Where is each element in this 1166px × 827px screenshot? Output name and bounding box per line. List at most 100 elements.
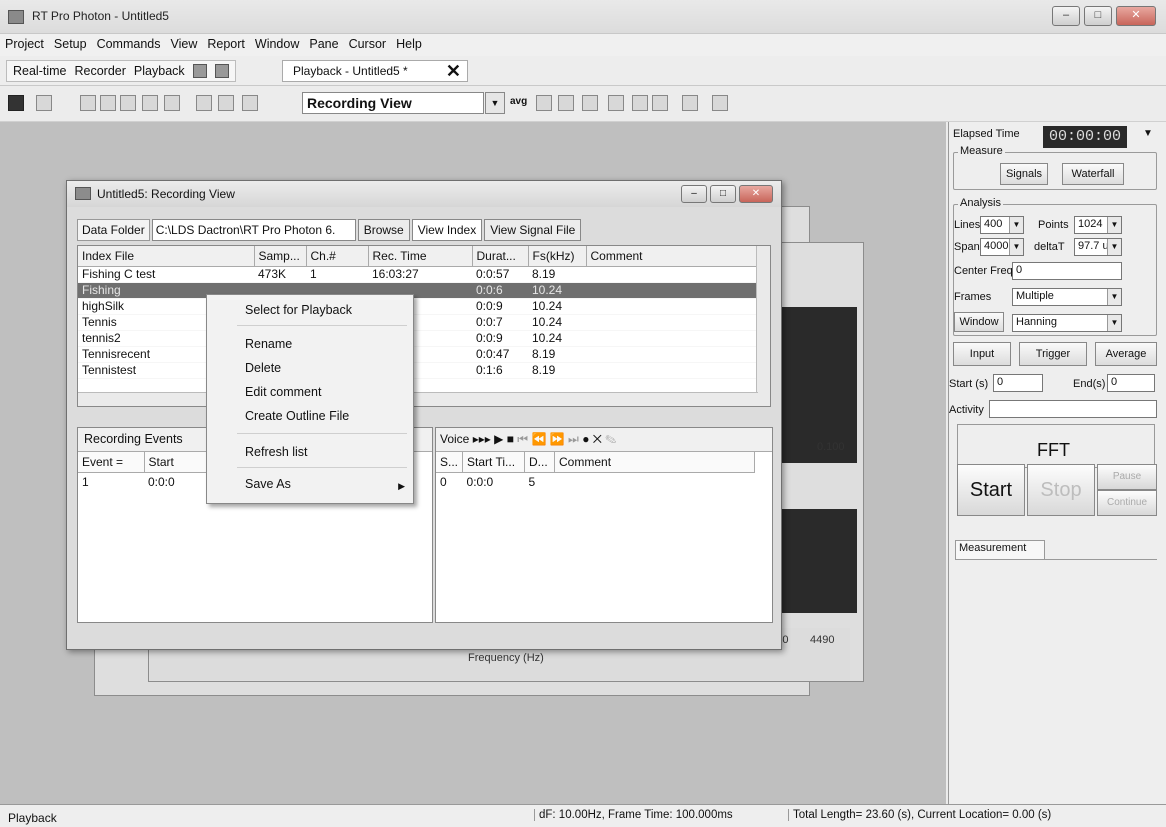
menu-setup[interactable]: Setup: [49, 34, 92, 51]
chevron-down-icon[interactable]: ▼: [1107, 217, 1121, 233]
menu-project[interactable]: Project: [0, 34, 49, 51]
table-row[interactable]: 0 0:0:0 5: [436, 472, 755, 491]
table-row[interactable]: Fishing C test 473K 1 16:03:27 0:0:57 8.19: [78, 266, 758, 283]
save-icon[interactable]: [8, 95, 24, 111]
table-row[interactable]: 1 0:0:0: [78, 472, 224, 491]
continue-button[interactable]: Continue: [1097, 490, 1157, 516]
cursor-icon[interactable]: [120, 95, 136, 111]
view-select[interactable]: Recording View ▼: [302, 92, 505, 114]
chevron-down-icon[interactable]: ▼: [1107, 289, 1121, 305]
grid-icon[interactable]: [80, 95, 96, 111]
waterfall-button[interactable]: Waterfall: [1062, 163, 1124, 185]
tab-average[interactable]: Average: [1095, 342, 1157, 366]
skip-forward-icon[interactable]: ⏭: [568, 432, 579, 446]
layout-icon[interactable]: [36, 95, 52, 111]
menu-view[interactable]: View: [166, 34, 203, 51]
autoscale-icon[interactable]: [196, 95, 212, 111]
play-icon[interactable]: ▶: [494, 432, 503, 446]
browse-button[interactable]: Browse: [357, 219, 410, 241]
help-icon[interactable]: [712, 95, 728, 111]
text-icon[interactable]: [142, 95, 158, 111]
menu-item-edit-comment[interactable]: Edit comment: [245, 385, 321, 399]
points-select[interactable]: 1024 ▼: [1074, 216, 1122, 234]
chart-icon[interactable]: [536, 95, 552, 111]
pause-button[interactable]: Pause: [1097, 464, 1157, 490]
record-icon[interactable]: ●: [582, 432, 589, 446]
edit-icon[interactable]: ✎: [605, 432, 616, 446]
close-button[interactable]: ✕: [1116, 6, 1156, 26]
mode-recorder[interactable]: Recorder: [75, 64, 126, 78]
start-button[interactable]: Start: [957, 464, 1025, 516]
zoom-icon[interactable]: [164, 95, 180, 111]
menu-item-refresh-list[interactable]: Refresh list: [245, 445, 308, 459]
speaker-icon[interactable]: [682, 95, 698, 111]
col-samples[interactable]: Samp...: [254, 246, 307, 267]
col-fs[interactable]: Fs(kHz): [528, 246, 587, 267]
table-row-selected[interactable]: Fishing 0:0:6 10.24: [78, 282, 758, 299]
avg-button[interactable]: avg: [510, 96, 527, 107]
chevron-down-icon[interactable]: ▼: [1009, 239, 1023, 255]
frames-select[interactable]: Multiple ▼: [1012, 288, 1122, 306]
skip-back-icon[interactable]: ⏮: [517, 432, 528, 446]
menu-help[interactable]: Help: [391, 34, 427, 51]
table-row[interactable]: Tennisrecent 0:0:47 8.19: [78, 346, 758, 363]
col-start-time[interactable]: Start Ti...: [462, 452, 526, 473]
col-seq[interactable]: S...: [436, 452, 464, 473]
measurement-tab[interactable]: Measurement: [955, 540, 1045, 560]
menu-item-save-as[interactable]: Save As: [245, 477, 291, 491]
lines-select[interactable]: 400 ▼: [980, 216, 1024, 234]
col-rec-time[interactable]: Rec. Time: [368, 246, 473, 267]
bookmark-icon[interactable]: [558, 95, 574, 111]
tab-trigger[interactable]: Trigger: [1019, 342, 1087, 366]
rv-maximize-button[interactable]: □: [710, 185, 736, 203]
data-folder-path[interactable]: C:\LDS Dactron\RT Pro Photon 6.: [151, 219, 356, 241]
rv-close-button[interactable]: ✕: [739, 185, 773, 203]
mode-realtime[interactable]: Real-time: [13, 64, 67, 78]
span-select[interactable]: 4000 ▼: [980, 238, 1024, 256]
col-duration[interactable]: D...: [524, 452, 556, 473]
menu-item-rename[interactable]: Rename: [245, 337, 292, 351]
menu-commands[interactable]: Commands: [92, 34, 166, 51]
menu-report[interactable]: Report: [202, 34, 250, 51]
document-tab[interactable]: Playback - Untitled5 * ✕: [282, 60, 468, 82]
menu-item-select-for-playback[interactable]: Select for Playback: [245, 303, 352, 317]
col-duration[interactable]: Durat...: [472, 246, 529, 267]
scale-y-icon[interactable]: [242, 95, 258, 111]
table-row[interactable]: Tennis 0:0:7 10.24: [78, 314, 758, 331]
window-button[interactable]: Window: [954, 312, 1004, 332]
vertical-scrollbar[interactable]: [756, 246, 770, 406]
col-comment[interactable]: Comment: [586, 246, 759, 267]
export-icon[interactable]: [608, 95, 624, 111]
minimize-button[interactable]: –: [1052, 6, 1080, 26]
end-s-input[interactable]: 0: [1107, 374, 1155, 392]
maximize-button[interactable]: □: [1084, 6, 1112, 26]
chevron-down-icon[interactable]: ▼: [485, 92, 505, 114]
view-index-button[interactable]: View Index: [411, 219, 483, 241]
chevron-down-icon[interactable]: ▼: [1107, 239, 1121, 255]
fast-forward-icon[interactable]: ⏩: [550, 432, 565, 446]
scale-x-icon[interactable]: [218, 95, 234, 111]
tab-input[interactable]: Input: [953, 342, 1011, 366]
horizontal-scrollbar[interactable]: [78, 392, 758, 406]
tools-icon[interactable]: [214, 64, 229, 78]
chevron-down-icon[interactable]: ▼: [1143, 128, 1153, 139]
col-channels[interactable]: Ch.#: [306, 246, 369, 267]
table-row[interactable]: Tennistest 0:1:6 8.19: [78, 362, 758, 379]
menu-pane[interactable]: Pane: [304, 34, 343, 51]
play-icon[interactable]: [632, 95, 648, 111]
delete-icon[interactable]: ✕: [593, 432, 602, 446]
signals-button[interactable]: Signals: [1000, 163, 1048, 185]
chevron-down-icon[interactable]: ▼: [1107, 315, 1121, 331]
col-event[interactable]: Event =: [78, 452, 145, 473]
close-tab-icon[interactable]: ✕: [446, 61, 461, 82]
menu-item-create-outline-file[interactable]: Create Outline File: [245, 409, 349, 423]
menu-cursor[interactable]: Cursor: [344, 34, 392, 51]
rv-minimize-button[interactable]: –: [681, 185, 707, 203]
rewind-icon[interactable]: ⏪: [531, 432, 546, 446]
menu-window[interactable]: Window: [250, 34, 304, 51]
window-select[interactable]: Hanning ▼: [1012, 314, 1122, 332]
stop-icon[interactable]: ■: [507, 432, 514, 446]
stop-icon[interactable]: [652, 95, 668, 111]
chevron-down-icon[interactable]: ▼: [1009, 217, 1023, 233]
mode-playback[interactable]: Playback: [134, 64, 185, 78]
